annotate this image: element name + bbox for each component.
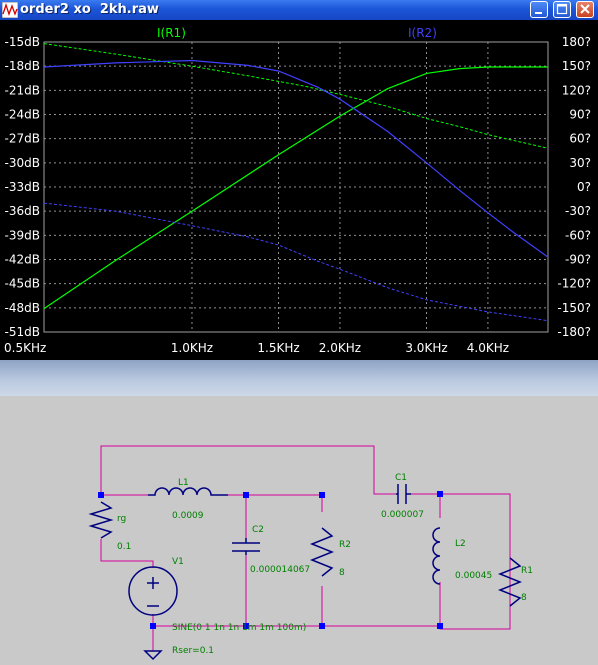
label-rg: rg bbox=[117, 514, 126, 524]
y-axis-label-db: -33dB bbox=[5, 180, 40, 194]
wire-l1-r2 bbox=[228, 494, 323, 512]
y-axis-label-deg: 30? bbox=[569, 156, 591, 170]
x-axis-label: 1.0KHz bbox=[171, 341, 213, 355]
trace-lines bbox=[43, 43, 549, 322]
pane-splitter[interactable] bbox=[0, 360, 598, 396]
trace-ir2-phase[interactable] bbox=[43, 202, 549, 322]
v1-rser: Rser=0.1 bbox=[172, 646, 214, 656]
value-l2: 0.00045 bbox=[455, 571, 492, 581]
y-axis-label-db: -15dB bbox=[5, 35, 40, 49]
capacitor-c2 bbox=[232, 538, 260, 555]
y-axis-label-db: -30dB bbox=[5, 156, 40, 170]
resistor-rg bbox=[88, 501, 114, 539]
plot-grid bbox=[43, 41, 548, 333]
schematic-pane[interactable]: rg 0.1 L1 0.0009 C2 0.000014067 R2 8 C1 … bbox=[0, 396, 598, 665]
plot-canvas[interactable]: I(R1) I(R2) -15dB -18dB -21dB -24dB -27dB -30… bbox=[2, 20, 598, 360]
value-c1: 0.000007 bbox=[381, 510, 424, 520]
y-axis-label-db: -18dB bbox=[5, 59, 40, 73]
trace-label-ir2[interactable]: I(R2) bbox=[408, 26, 437, 40]
wire-top-loop bbox=[100, 445, 396, 495]
x-axis-label: 0.5KHz bbox=[4, 341, 46, 355]
y-axis-label-db: -21dB bbox=[5, 83, 40, 97]
inductor-l1 bbox=[148, 487, 228, 496]
y-axis-label-db: -42dB bbox=[5, 253, 40, 267]
y-axis-label-deg: -150? bbox=[557, 301, 591, 315]
label-r1: R1 bbox=[521, 566, 533, 576]
y-axis-label-deg: 90? bbox=[569, 108, 591, 122]
trace-ir1-magnitude[interactable] bbox=[43, 66, 548, 310]
y-axis-label-deg: 120? bbox=[562, 83, 591, 97]
inductor-l2 bbox=[432, 527, 441, 585]
y-axis-label-deg: 150? bbox=[562, 59, 591, 73]
maximize-button[interactable] bbox=[553, 1, 571, 18]
label-c2: C2 bbox=[252, 525, 264, 535]
y-axis-label-db: -39dB bbox=[5, 228, 40, 242]
left-axis-labels: -15dB -18dB -21dB -24dB -27dB -30dB -33dB -36dB… bbox=[5, 35, 40, 339]
wire-right-branch bbox=[411, 493, 511, 630]
y-axis-label-deg: -60? bbox=[565, 228, 591, 242]
close-icon bbox=[580, 4, 590, 14]
v1-source-spec: SINE(0 1 1n 1n 1m 1m 100m) bbox=[172, 623, 306, 633]
label-r2: R2 bbox=[339, 540, 351, 550]
x-axis-label: 1.5KHz bbox=[257, 341, 299, 355]
value-r1: 8 bbox=[521, 593, 527, 603]
x-axis-label: 3.0KHz bbox=[405, 341, 447, 355]
schematic-canvas[interactable]: rg 0.1 L1 0.0009 C2 0.000014067 R2 8 C1 … bbox=[0, 396, 598, 665]
y-axis-label-db: -36dB bbox=[5, 204, 40, 218]
y-axis-label-deg: -120? bbox=[557, 277, 591, 291]
y-axis-label-db: -27dB bbox=[5, 132, 40, 146]
trace-label-ir1[interactable]: I(R1) bbox=[157, 26, 186, 40]
window-title-bar[interactable]: order2 xo 2kh.raw bbox=[0, 0, 598, 20]
y-axis-label-db: -48dB bbox=[5, 301, 40, 315]
waveform-icon bbox=[2, 2, 18, 18]
y-axis-label-deg: -90? bbox=[565, 253, 591, 267]
y-axis-label-db: -24dB bbox=[5, 108, 40, 122]
label-l2: L2 bbox=[455, 539, 466, 549]
close-button[interactable] bbox=[576, 1, 594, 18]
x-axis-label: 4.0KHz bbox=[467, 341, 509, 355]
value-l1: 0.0009 bbox=[172, 511, 204, 521]
window-title: order2 xo 2kh.raw bbox=[20, 2, 159, 17]
ground-icon bbox=[143, 650, 163, 661]
value-c2: 0.000014067 bbox=[250, 565, 310, 575]
value-rg: 0.1 bbox=[117, 542, 131, 552]
y-axis-label-deg: -180? bbox=[557, 325, 591, 339]
waveform-plot[interactable]: I(R1) I(R2) -15dB -18dB -21dB -24dB -27dB -30… bbox=[0, 20, 598, 360]
x-axis-labels: 0.5KHz 1.0KHz 1.5KHz 2.0KHz 3.0KHz 4.0KHz bbox=[4, 341, 509, 355]
y-axis-label-deg: -30? bbox=[565, 204, 591, 218]
maximize-icon bbox=[556, 3, 568, 15]
label-v1: V1 bbox=[172, 557, 184, 567]
x-axis-label: 2.0KHz bbox=[319, 341, 361, 355]
resistor-r2 bbox=[309, 527, 335, 577]
minimize-icon bbox=[535, 12, 542, 14]
capacitor-c1 bbox=[396, 484, 411, 504]
wires bbox=[100, 445, 511, 651]
y-axis-label-deg: 180? bbox=[562, 35, 591, 49]
y-axis-label-db: -51dB bbox=[5, 325, 40, 339]
label-c1: C1 bbox=[395, 473, 407, 483]
value-r2: 8 bbox=[339, 568, 345, 578]
y-axis-label-deg: 0? bbox=[577, 180, 591, 194]
voltage-source-v1 bbox=[128, 566, 178, 616]
minimize-button[interactable] bbox=[530, 1, 548, 18]
y-axis-label-db: -45dB bbox=[5, 277, 40, 291]
trace-ir1-phase[interactable] bbox=[43, 43, 549, 149]
label-l1: L1 bbox=[178, 478, 189, 488]
y-axis-label-deg: 60? bbox=[569, 132, 591, 146]
right-axis-labels: 180? 150? 120? 90? 60? 30? 0? -30? -60? -90? -120?… bbox=[557, 35, 591, 339]
